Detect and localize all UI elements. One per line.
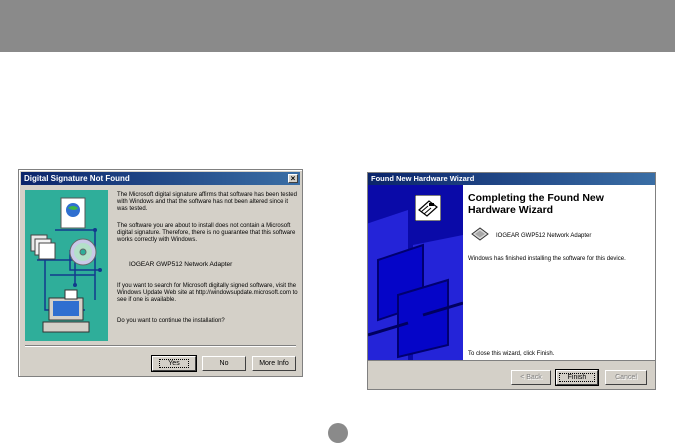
back-button[interactable]: < Back (511, 370, 551, 385)
install-finished-text: Windows has finished installing the soft… (468, 256, 626, 262)
wizard-heading: Completing the Found New Hardware Wizard (468, 192, 604, 216)
page-indicator-dot (328, 423, 348, 443)
more-info-button[interactable]: More Info (252, 356, 296, 371)
found-new-hardware-wizard: Found New Hardware Wizard Completing the… (367, 172, 656, 390)
no-button[interactable]: No (202, 356, 246, 371)
wizard-button-bar: < Back Finish Cancel (368, 360, 655, 389)
windows-update-text: If you want to search for Microsoft digi… (117, 283, 298, 303)
header-bar (0, 0, 675, 52)
dialog-title: Digital Signature Not Found (24, 174, 130, 183)
no-signature-text: The software you are about to install do… (117, 223, 296, 243)
close-button[interactable]: × (288, 174, 298, 183)
hardware-card-icon (415, 195, 441, 221)
digital-signature-dialog: Digital Signature Not Found × The Micros… (18, 169, 303, 377)
wizard-title: Found New Hardware Wizard (371, 174, 475, 183)
yes-button[interactable]: Yes (151, 355, 197, 372)
wizard-titlebar[interactable]: Found New Hardware Wizard (368, 173, 655, 185)
device-name: IOGEAR GWP512 Network Adapter (496, 233, 592, 239)
device-name: IOGEAR GWP512 Network Adapter (129, 261, 233, 268)
close-wizard-hint: To close this wizard, click Finish. (468, 351, 555, 357)
network-adapter-icon (471, 227, 489, 241)
continue-question: Do you want to continue the installation… (117, 318, 225, 324)
finish-button[interactable]: Finish (555, 369, 599, 386)
signature-info-text: The Microsoft digital signature affirms … (117, 192, 297, 212)
cancel-button[interactable]: Cancel (605, 370, 647, 385)
dialog-titlebar[interactable]: Digital Signature Not Found × (21, 172, 300, 185)
yes-button-label: Yes (159, 359, 189, 368)
digital-signature-illustration (25, 190, 108, 341)
finish-button-label: Finish (558, 373, 596, 382)
separator (25, 345, 296, 347)
close-icon: × (290, 174, 296, 183)
signature-art-icon (25, 190, 108, 341)
